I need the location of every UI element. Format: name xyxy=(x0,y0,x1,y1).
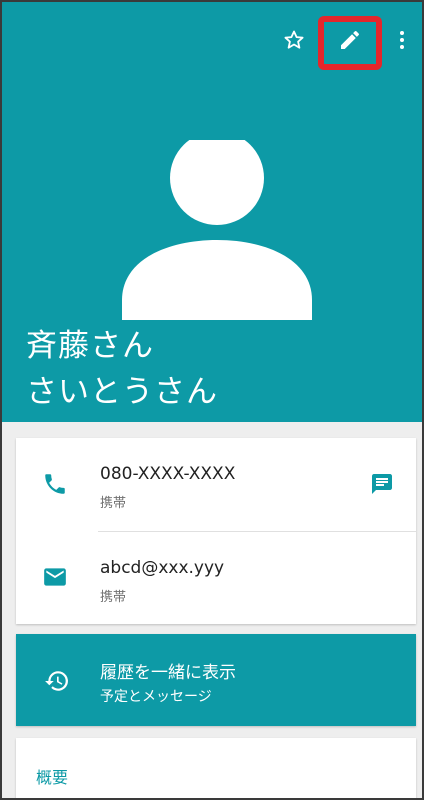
contact-info-card: 080-XXXX-XXXX 携帯 abcd@xxx.yyy 携帯 xyxy=(16,438,416,624)
history-title: 履歴を一緒に表示 xyxy=(100,663,236,683)
more-vert-icon xyxy=(400,31,404,49)
history-card[interactable]: 履歴を一緒に表示 予定とメッセージ xyxy=(16,634,416,726)
summary-card[interactable]: 概要 xyxy=(16,738,416,798)
phone-number: 080-XXXX-XXXX xyxy=(100,464,236,484)
more-options-button[interactable] xyxy=(386,24,418,56)
email-address: abcd@xxx.yyy xyxy=(100,558,225,578)
star-outline-icon xyxy=(284,30,304,49)
avatar-placeholder-icon xyxy=(122,140,312,320)
email-type: 携帯 xyxy=(100,590,127,605)
contact-name-reading: さいとうさん xyxy=(26,374,218,410)
phone-row[interactable]: 080-XXXX-XXXX 携帯 xyxy=(16,438,416,528)
contact-header: 斉藤さん さいとうさん xyxy=(2,2,422,422)
email-icon xyxy=(44,568,66,586)
message-icon[interactable] xyxy=(370,472,394,496)
contact-name: 斉藤さん xyxy=(26,328,154,364)
contact-detail-screen: 斉藤さん さいとうさん 080-XXXX-XXXX 携帯 abcd@xxx.yy… xyxy=(2,2,422,798)
summary-label: 概要 xyxy=(36,768,69,787)
phone-type: 携帯 xyxy=(100,496,127,511)
email-row[interactable]: abcd@xxx.yyy 携帯 xyxy=(16,532,416,622)
history-subtitle: 予定とメッセージ xyxy=(100,689,212,705)
favorite-button[interactable] xyxy=(278,24,310,56)
phone-icon xyxy=(45,474,65,494)
history-icon xyxy=(45,671,68,691)
edit-button-highlight xyxy=(318,16,382,70)
